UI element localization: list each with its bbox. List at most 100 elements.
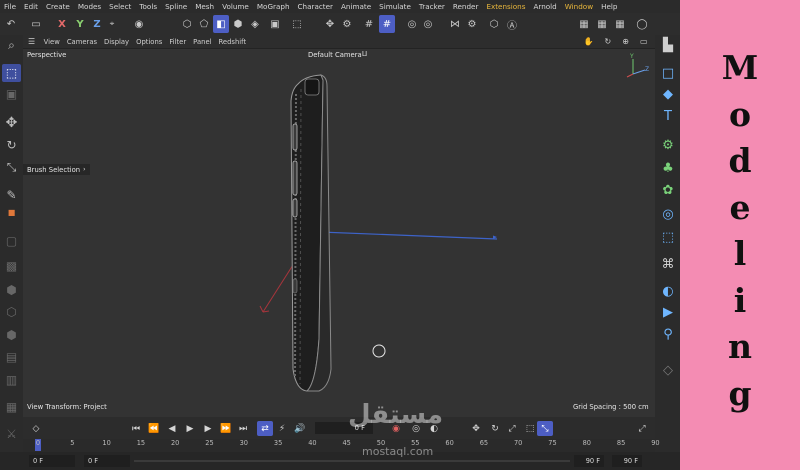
mirror-icon[interactable]: ⋈ (448, 15, 462, 33)
axis-x-toggle[interactable]: X (55, 15, 69, 33)
loop-icon[interactable]: ⇄ (257, 421, 273, 436)
range-end-field[interactable]: 90 F (612, 455, 642, 467)
live-selection-icon[interactable]: ✥ (323, 15, 337, 33)
menu-render[interactable]: Render (449, 2, 483, 11)
go-to-end-icon[interactable]: ⏭ (236, 421, 250, 436)
viewport-menu-display[interactable]: Display (101, 38, 133, 46)
deformer-icon[interactable]: ◎ (658, 205, 678, 223)
menu-volume[interactable]: Volume (218, 2, 253, 11)
menu-tracker[interactable]: Tracker (415, 2, 449, 11)
cloner-icon[interactable]: ♣ (658, 159, 678, 177)
rotate-icon[interactable]: ↻ (2, 136, 21, 154)
menu-modes[interactable]: Modes (74, 2, 105, 11)
extensions-gear-icon[interactable]: ⚙ (465, 15, 479, 33)
menu-edit[interactable]: Edit (20, 2, 42, 11)
viewport[interactable]: Perspective Default Camera ⨿ Brush Selec… (23, 48, 655, 413)
arnold-icon[interactable]: Ⓐ (505, 15, 519, 33)
viewport-menu-filter[interactable]: Filter (166, 38, 190, 46)
shape-icon[interactable]: ⬡ (487, 15, 501, 33)
extrude-icon[interactable]: ▤ (2, 348, 21, 366)
text-object-icon[interactable]: T (658, 107, 678, 125)
cube-shade-icon[interactable]: ⬢ (2, 326, 21, 344)
timeline-ruler[interactable]: 0 5 10 15 20 25 30 35 40 45 50 55 60 65 70 75 80 85 90 (23, 439, 660, 452)
paint-icon[interactable]: ▦ (2, 398, 21, 416)
axis-z-toggle[interactable]: Z (90, 15, 104, 33)
soft-selection-icon[interactable]: ⚙ (340, 15, 354, 33)
polygons-mode-icon[interactable]: ◧ (213, 15, 229, 33)
light-object-icon[interactable]: ⚲ (658, 325, 678, 343)
grid-icon[interactable]: # (362, 15, 376, 33)
next-key-icon[interactable]: ⏩ (219, 421, 233, 436)
viewport-menu-cameras[interactable]: Cameras (63, 38, 100, 46)
menu-mograph[interactable]: MoGraph (253, 2, 294, 11)
menu-animate[interactable]: Animate (337, 2, 375, 11)
knife-icon[interactable]: ⚔ (2, 425, 21, 443)
hamburger-icon[interactable]: ☰ (23, 37, 40, 46)
cube-object-icon[interactable]: ◆ (658, 85, 678, 103)
generator-icon[interactable]: ⚙ (658, 136, 678, 154)
axis-y-toggle[interactable]: Y (73, 15, 87, 33)
previous-frame-icon[interactable]: ◀ (165, 421, 179, 436)
move-icon[interactable]: ✥ (2, 114, 21, 132)
edges-mode-icon[interactable]: ⬠ (197, 15, 211, 33)
uv-mode-icon[interactable]: ⬢ (231, 15, 245, 33)
model-mode-icon[interactable]: ▭ (28, 15, 44, 33)
render-settings-icon[interactable]: ◎ (421, 15, 435, 33)
sculpt-icon[interactable]: ▥ (2, 371, 21, 389)
play-icon[interactable]: ▶ (183, 421, 197, 436)
next-frame-icon[interactable]: ▶ (201, 421, 215, 436)
undo-icon[interactable]: ↶ (4, 15, 18, 33)
null-object-icon[interactable]: □ (658, 64, 678, 82)
sound-icon[interactable]: 🔊 (293, 421, 307, 436)
workplane-icon[interactable]: ⬚ (290, 15, 304, 33)
cube-outline-icon[interactable]: ⬡ (2, 303, 21, 321)
menu-file[interactable]: File (0, 2, 20, 11)
menu-mesh[interactable]: Mesh (191, 2, 218, 11)
viewport-menu-options[interactable]: Options (133, 38, 166, 46)
rotation-key-icon[interactable]: ↻ (488, 421, 502, 436)
viewport-menu-view[interactable]: View (40, 38, 63, 46)
mesh-tool-icon[interactable]: ▩ (2, 257, 21, 275)
go-to-start-icon[interactable]: ⏮ (129, 421, 143, 436)
viewport-menu-redshift[interactable]: Redshift (215, 38, 250, 46)
search-icon[interactable]: ⌕ (2, 36, 21, 54)
tag-icon[interactable]: ◇ (658, 361, 678, 379)
camera-object-icon[interactable]: ▶ (658, 303, 678, 321)
points-mode-icon[interactable]: ⬡ (180, 15, 194, 33)
menu-tools[interactable]: Tools (135, 2, 161, 11)
timeline-expand-icon[interactable]: ⤢ (635, 421, 649, 436)
menu-arnold[interactable]: Arnold (529, 2, 560, 11)
menu-extensions[interactable]: Extensions (482, 2, 529, 11)
clapper-render-icon[interactable]: ▦ (577, 15, 591, 33)
speed-icon[interactable]: ⚡ (275, 421, 289, 436)
range-start-field[interactable]: 0 F (29, 455, 75, 467)
preview-end-field[interactable]: 90 F (574, 455, 604, 467)
scale-icon[interactable]: ⤡ (2, 158, 21, 176)
orbit-icon[interactable]: ↻ (601, 37, 615, 46)
phone-model[interactable] (290, 74, 332, 392)
menu-select[interactable]: Select (105, 2, 135, 11)
param-key-icon[interactable]: ⬚ (523, 421, 537, 436)
layout-icon[interactable]: ▙ (658, 36, 678, 54)
model-tool-icon[interactable]: ▢ (2, 232, 21, 250)
select-icon[interactable]: ⬚ (2, 64, 21, 82)
toggle-icon[interactable]: ◉ (128, 15, 150, 33)
menu-help[interactable]: Help (597, 2, 621, 11)
spline-icon[interactable]: ⌘ (658, 255, 678, 273)
brush-icon[interactable]: ✎ (2, 186, 21, 204)
mograph-icon[interactable]: ✿ (658, 181, 678, 199)
menu-window[interactable]: Window (561, 2, 597, 11)
previous-key-icon[interactable]: ⏪ (147, 421, 161, 436)
cube-tool-icon[interactable]: ⬢ (2, 281, 21, 299)
clapper-edit-icon[interactable]: ▦ (595, 15, 609, 33)
pan-icon[interactable]: ✋ (580, 37, 597, 46)
pla-key-icon[interactable]: ⤡ (537, 421, 553, 436)
menu-create[interactable]: Create (42, 2, 74, 11)
preview-start-field[interactable]: 0 F (84, 455, 130, 467)
box-select-icon[interactable]: ▣ (2, 85, 21, 103)
texture-mode-icon[interactable]: ▣ (268, 15, 282, 33)
account-icon[interactable]: ◯ (635, 15, 649, 33)
menu-simulate[interactable]: Simulate (375, 2, 415, 11)
viewport-menu-panel[interactable]: Panel (190, 38, 215, 46)
color-swatch-icon[interactable]: ■ (2, 203, 21, 221)
